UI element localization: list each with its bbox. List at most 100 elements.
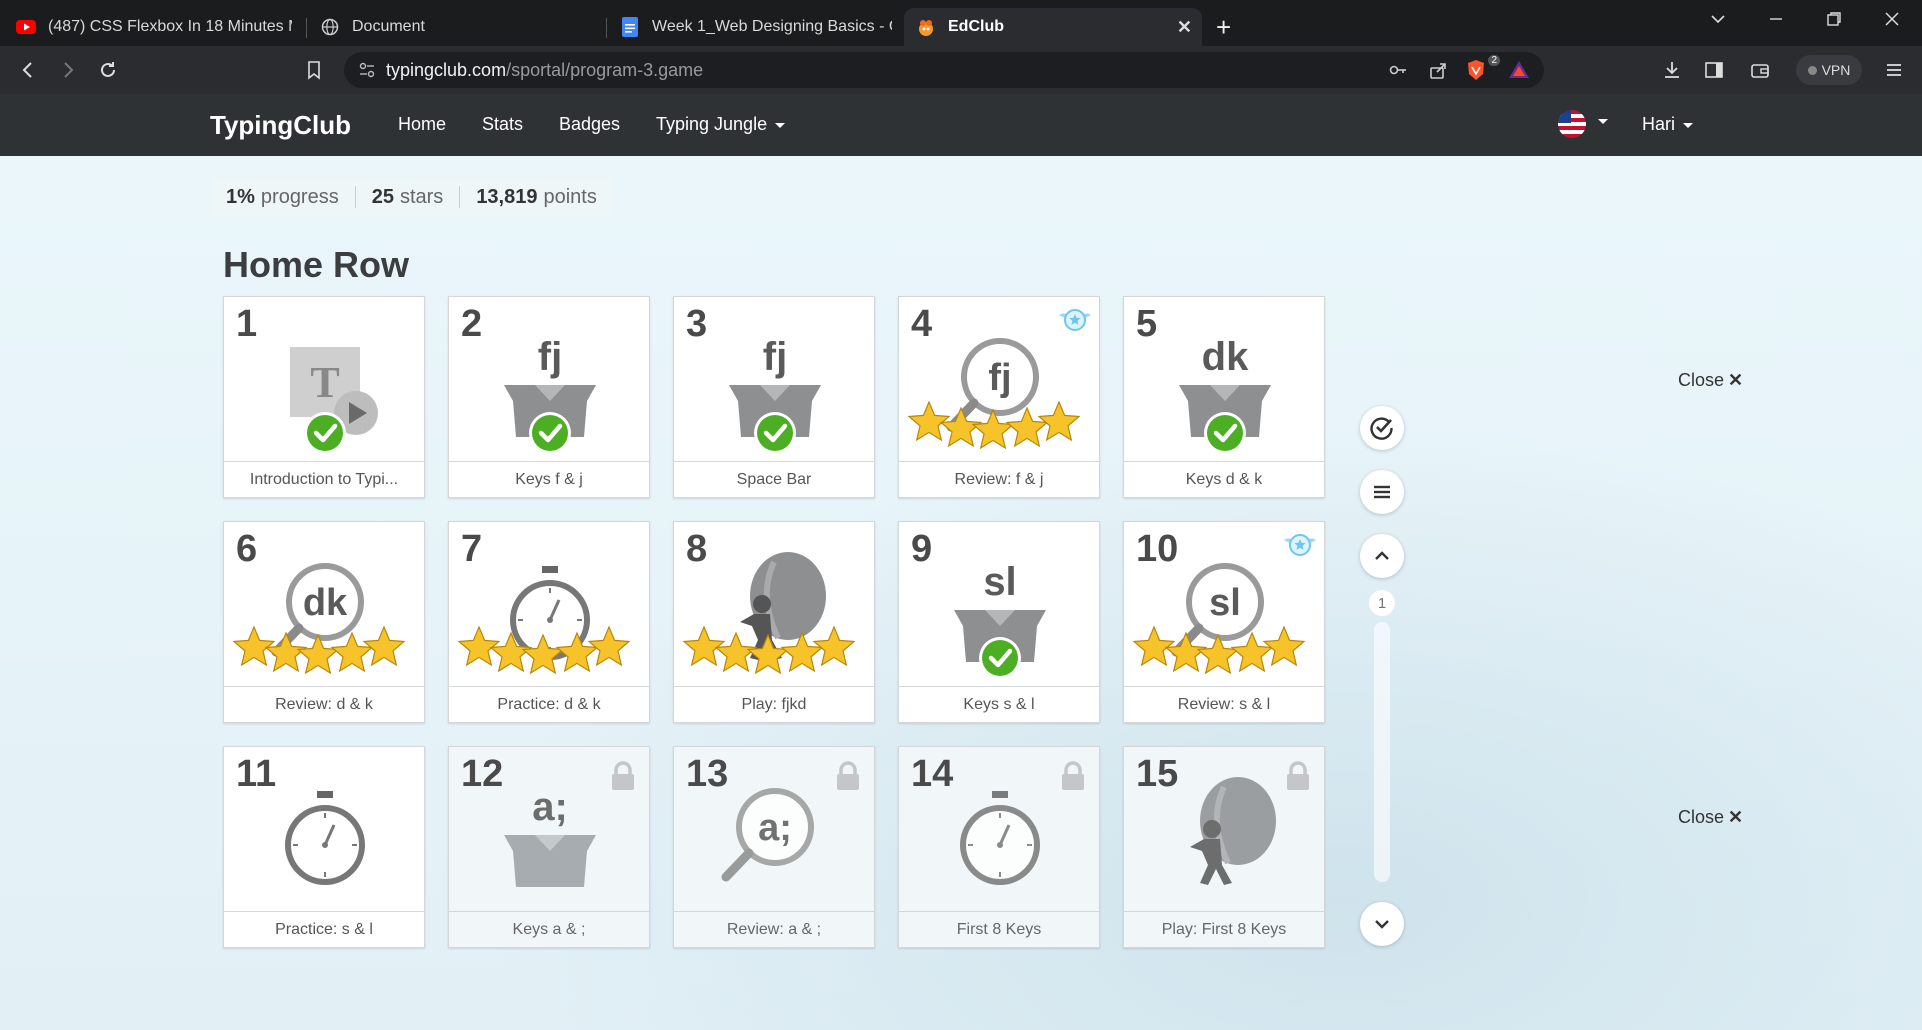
divider — [354, 186, 356, 208]
lesson-number: 7 — [461, 528, 483, 570]
edclub-icon — [916, 17, 936, 37]
close-tab-icon[interactable]: ✕ — [1177, 17, 1192, 38]
chevron-up-icon — [1375, 551, 1389, 560]
tab-separator — [306, 18, 307, 38]
winged-badge-icon — [1284, 534, 1316, 556]
close-button-bottom[interactable]: Close ✕ — [1678, 807, 1743, 828]
lesson-title: Space Bar — [674, 461, 874, 497]
lesson-number: 2 — [461, 303, 483, 345]
language-caret[interactable] — [1590, 110, 1608, 131]
nav-home[interactable]: Home — [398, 114, 446, 135]
nav-stats[interactable]: Stats — [482, 114, 523, 135]
share-icon[interactable] — [1428, 60, 1448, 85]
star-icon — [812, 625, 856, 667]
lesson-card-8[interactable]: 8 Play: fjkd — [673, 521, 875, 723]
star-icon — [457, 625, 501, 667]
tab-search-chevron-icon[interactable] — [1710, 10, 1726, 33]
check-progress-button[interactable] — [1360, 406, 1404, 450]
reload-icon[interactable] — [96, 58, 120, 82]
sidebar-toggle-icon[interactable] — [1702, 58, 1726, 82]
check-icon — [979, 637, 1021, 679]
list-view-button[interactable] — [1360, 470, 1404, 514]
us-flag-icon[interactable] — [1558, 110, 1586, 138]
review-magnifier-icon: a; — [721, 788, 814, 882]
star-icon — [714, 631, 758, 673]
svg-text:sl: sl — [983, 560, 1016, 604]
check-icon — [754, 412, 796, 454]
tab-youtube[interactable]: (487) CSS Flexbox In 18 Minutes Malay — [4, 8, 304, 46]
user-menu[interactable]: Hari — [1642, 114, 1694, 135]
user-name: Hari — [1642, 114, 1676, 134]
lesson-card-4[interactable]: fj 4 Review: f & j — [898, 296, 1100, 498]
minimize-window-button[interactable] — [1768, 10, 1784, 33]
star-icon — [1164, 631, 1208, 673]
new-tab-button[interactable]: + — [1216, 12, 1231, 43]
lesson-card-3[interactable]: fj 3 Space Bar — [673, 296, 875, 498]
lesson-number: 4 — [911, 303, 933, 345]
lesson-title: Keys s & l — [899, 686, 1099, 722]
lesson-title: Practice: s & l — [224, 911, 424, 947]
lesson-card-15[interactable]: 15 Play: First 8 Keys — [1123, 746, 1325, 948]
menu-icon[interactable] — [1882, 58, 1906, 82]
url-host: typingclub.com — [386, 59, 507, 80]
restore-window-button[interactable] — [1826, 10, 1842, 33]
tab-edclub[interactable]: EdClub ✕ — [904, 8, 1202, 46]
vpn-button[interactable]: VPN — [1796, 55, 1862, 85]
lesson-title: Review: a & ; — [674, 911, 874, 947]
lesson-card-10[interactable]: sl 10 Review: s & l — [1123, 521, 1325, 723]
close-icon: ✕ — [1728, 807, 1744, 827]
chevron-down-icon — [775, 122, 786, 128]
close-button-top[interactable]: Close ✕ — [1678, 370, 1743, 391]
check-icon — [1204, 412, 1246, 454]
download-icon[interactable] — [1660, 58, 1684, 82]
lesson-title: Keys d & k — [1124, 461, 1324, 497]
bookmark-icon[interactable] — [302, 58, 326, 82]
lesson-card-11[interactable]: 11 Practice: s & l — [223, 746, 425, 948]
close-window-button[interactable] — [1884, 10, 1900, 33]
google-docs-icon — [620, 17, 640, 37]
lesson-card-5[interactable]: dk 5 Keys d & k — [1123, 296, 1325, 498]
address-bar[interactable]: typingclub.com/sportal/program-3.game 2 — [344, 52, 1544, 88]
lesson-card-7[interactable]: 7 Practice: d & k — [448, 521, 650, 723]
lesson-card-6[interactable]: dk 6 Review: d & k — [223, 521, 425, 723]
lesson-number: 8 — [686, 528, 708, 570]
lesson-card-9[interactable]: sl 9 Keys s & l — [898, 521, 1100, 723]
lesson-number: 15 — [1136, 753, 1179, 795]
lesson-card-1[interactable]: T 1 Introduction to Typi... — [223, 296, 425, 498]
tab-document[interactable]: Document — [308, 8, 604, 46]
star-icon — [1262, 625, 1306, 667]
brave-rewards-icon[interactable] — [1508, 59, 1530, 86]
tab-title: Document — [352, 18, 425, 35]
star-icon — [971, 408, 1015, 450]
scroll-up-button[interactable] — [1360, 534, 1404, 578]
nav-badges[interactable]: Badges — [559, 114, 620, 135]
star-icon — [264, 631, 308, 673]
lesson-number: 14 — [911, 753, 954, 795]
lesson-card-14[interactable]: 14 First 8 Keys — [898, 746, 1100, 948]
tab-google-docs[interactable]: Week 1_Web Designing Basics - Google — [608, 8, 904, 46]
lock-icon — [1062, 761, 1084, 790]
browser-toolbar: typingclub.com/sportal/program-3.game 2 … — [0, 46, 1922, 94]
site-info-icon[interactable] — [358, 61, 376, 84]
brave-shields-icon[interactable] — [1464, 58, 1488, 87]
wallet-icon[interactable] — [1748, 58, 1772, 82]
scroll-track[interactable] — [1374, 622, 1390, 882]
progress-percent: 1% — [226, 185, 255, 208]
lesson-card-2[interactable]: fj 2 Keys f & j — [448, 296, 650, 498]
back-icon[interactable] — [16, 58, 40, 82]
lesson-card-13[interactable]: a; 13 Review: a & ; — [673, 746, 875, 948]
lesson-number: 12 — [461, 753, 504, 795]
chevron-down-icon — [1598, 118, 1608, 124]
key-icon[interactable] — [1388, 60, 1408, 85]
lesson-card-12[interactable]: a; 12 Keys a & ; — [448, 746, 650, 948]
points-count: 13,819 — [476, 185, 538, 208]
lesson-number: 6 — [236, 528, 258, 570]
brand-logo[interactable]: TypingClub — [210, 110, 351, 141]
star-icon — [1132, 625, 1176, 667]
lesson-number: 5 — [1136, 303, 1158, 345]
tab-title: (487) CSS Flexbox In 18 Minutes Malay — [48, 18, 292, 35]
youtube-icon — [16, 17, 36, 37]
scroll-down-button[interactable] — [1360, 902, 1404, 946]
forward-icon[interactable] — [56, 58, 80, 82]
nav-typing-jungle[interactable]: Typing Jungle — [656, 114, 786, 135]
